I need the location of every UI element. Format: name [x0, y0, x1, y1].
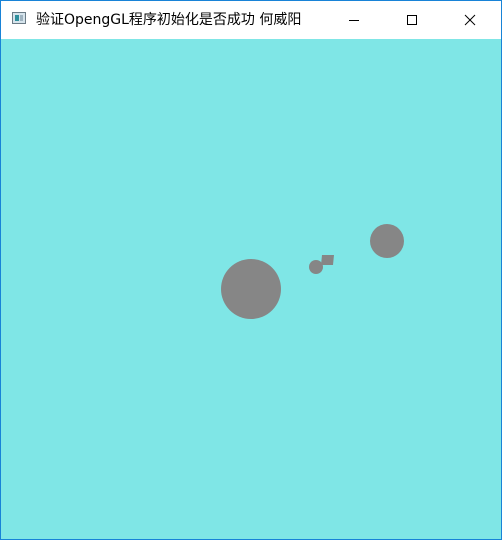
small-sphere	[309, 260, 323, 274]
app-window: 验证OpengGL程序初始化是否成功 何威阳	[0, 0, 502, 540]
small-cube	[321, 255, 334, 265]
minimize-button[interactable]	[331, 1, 377, 39]
opengl-scene	[1, 39, 501, 539]
close-icon	[464, 14, 476, 26]
window-title: 验证OpengGL程序初始化是否成功 何威阳	[36, 12, 302, 28]
title-bar[interactable]: 验证OpengGL程序初始化是否成功 何威阳	[1, 1, 501, 39]
minimize-icon	[349, 20, 359, 21]
close-button[interactable]	[447, 1, 493, 39]
opengl-viewport[interactable]	[1, 39, 501, 539]
maximize-icon	[407, 15, 417, 25]
icon-pane-right	[20, 15, 23, 21]
medium-sphere	[370, 224, 404, 258]
large-sphere	[221, 259, 281, 319]
opengl-window-icon[interactable]	[12, 12, 26, 24]
maximize-button[interactable]	[389, 1, 435, 39]
icon-pane-left	[15, 15, 19, 21]
